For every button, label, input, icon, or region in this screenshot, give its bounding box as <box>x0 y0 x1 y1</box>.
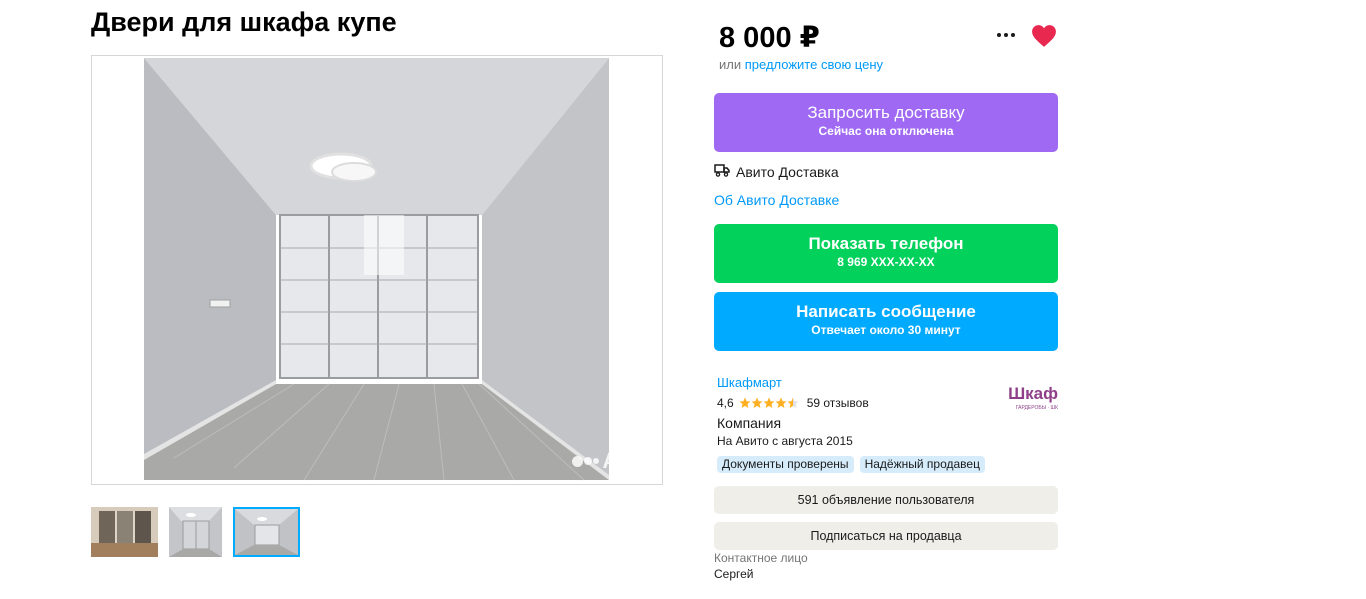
masked-phone-number: 8 969 XXX-XX-XX <box>837 255 935 269</box>
badge-reliable-seller[interactable]: Надёжный продавец <box>859 456 985 473</box>
reviews-link[interactable]: 59 отзывов <box>807 396 869 410</box>
thumbnail-3-selected[interactable] <box>233 507 300 557</box>
seller-name-link[interactable]: Шкафмарт <box>717 375 782 390</box>
show-phone-button[interactable]: Показать телефон 8 969 XXX-XX-XX <box>714 224 1058 283</box>
contact-person-label: Контактное лицо <box>714 551 808 565</box>
listing-title: Двери для шкафа купе <box>91 7 397 37</box>
about-delivery-link[interactable]: Об Авито Доставке <box>714 192 839 208</box>
thumbnail-1[interactable] <box>91 507 158 557</box>
price-offer: или предложите свою цену <box>719 57 883 72</box>
delivery-service-name: Авито Доставка <box>736 164 839 180</box>
write-message-label: Написать сообщение <box>796 302 976 321</box>
seller-logo-subtext: ГАРДЕРОБЫ · ШК <box>1015 405 1058 411</box>
subscribe-seller-button[interactable]: Подписаться на продавца <box>714 522 1058 550</box>
star-icon <box>763 397 775 408</box>
show-phone-label: Показать телефон <box>808 234 964 253</box>
half-star-icon <box>787 397 799 408</box>
rating-stars <box>739 397 799 409</box>
write-message-button[interactable]: Написать сообщение Отвечает около 30 мин… <box>714 292 1058 351</box>
suggest-price-link[interactable]: предложите свою цену <box>745 57 883 72</box>
star-icon <box>751 397 763 408</box>
star-icon <box>739 397 751 408</box>
main-photo[interactable]: Avito <box>91 55 663 485</box>
avito-logo-icon <box>572 455 600 467</box>
truck-icon <box>714 164 730 180</box>
avito-watermark: Avito <box>572 448 654 474</box>
room-photo <box>92 56 662 484</box>
seller-logo-text: Шкаф <box>1008 384 1058 403</box>
price-offer-prefix: или <box>719 57 742 72</box>
avito-delivery-row: Авито Доставка <box>714 164 839 180</box>
delivery-disabled-note: Сейчас она отключена <box>818 124 954 138</box>
request-delivery-label: Запросить доставку <box>807 103 965 122</box>
listing-page: Двери для шкафа купе Avito 8 000 ₽ или п… <box>0 0 1366 599</box>
request-delivery-button[interactable]: Запросить доставку Сейчас она отключена <box>714 93 1058 152</box>
rating-value: 4,6 <box>717 396 734 410</box>
response-time: Отвечает около 30 минут <box>811 323 961 337</box>
price: 8 000 ₽ <box>719 22 820 54</box>
heart-icon[interactable] <box>1031 24 1057 48</box>
contact-person-name: Сергей <box>714 567 754 581</box>
more-dots-icon[interactable] <box>994 26 1018 44</box>
seller-type: Компания <box>717 415 782 431</box>
thumbnail-2[interactable] <box>169 507 222 557</box>
badge-documents-verified[interactable]: Документы проверены <box>717 456 854 473</box>
seller-ads-button[interactable]: 591 объявление пользователя <box>714 486 1058 514</box>
seller-badges: Документы проверены Надёжный продавец <box>717 456 985 473</box>
star-icon <box>775 397 787 408</box>
seller-logo[interactable]: Шкаф ГАРДЕРОБЫ · ШК <box>1004 384 1058 420</box>
seller-since: На Авито с августа 2015 <box>717 434 853 448</box>
seller-rating: 4,6 59 отзывов <box>717 396 869 410</box>
watermark-text: Avito <box>602 448 654 473</box>
